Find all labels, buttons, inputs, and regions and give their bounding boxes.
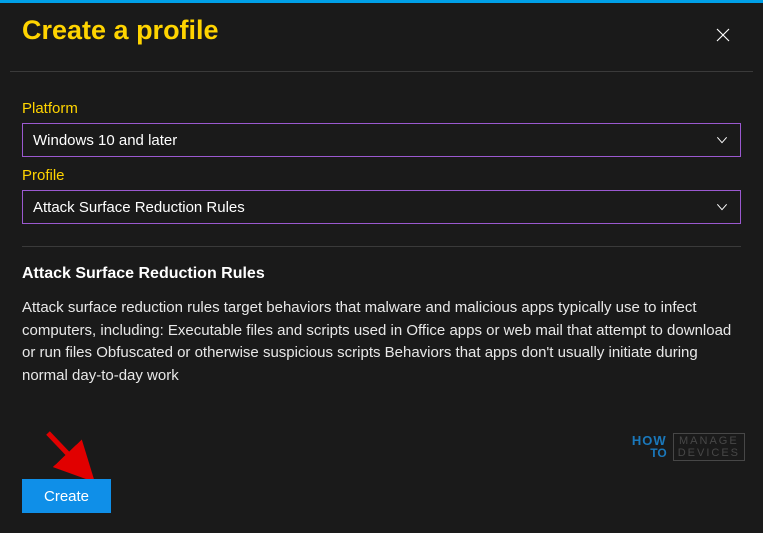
chevron-down-icon (714, 199, 730, 215)
profile-value: Attack Surface Reduction Rules (33, 199, 245, 216)
section-divider (22, 246, 741, 247)
create-profile-panel: Create a profile Platform Windows 10 and… (0, 3, 763, 533)
profile-dropdown[interactable]: Attack Surface Reduction Rules (22, 190, 741, 224)
chevron-down-icon (714, 132, 730, 148)
section-description: Attack surface reduction rules target be… (22, 297, 741, 387)
platform-value: Windows 10 and later (33, 132, 177, 149)
panel-content: Platform Windows 10 and later Profile At… (0, 72, 763, 387)
watermark-howto: HOW TO (632, 434, 667, 459)
profile-label: Profile (22, 167, 741, 184)
watermark-box: MANAGE DEVICES (673, 433, 745, 461)
close-button[interactable] (705, 17, 741, 53)
panel-header: Create a profile (0, 3, 763, 63)
panel-footer: Create (22, 479, 111, 513)
section-title: Attack Surface Reduction Rules (22, 265, 741, 283)
platform-dropdown[interactable]: Windows 10 and later (22, 123, 741, 157)
create-button[interactable]: Create (22, 479, 111, 513)
watermark: HOW TO MANAGE DEVICES (632, 433, 745, 461)
close-icon (714, 26, 732, 44)
platform-label: Platform (22, 100, 741, 117)
panel-title: Create a profile (22, 15, 219, 46)
